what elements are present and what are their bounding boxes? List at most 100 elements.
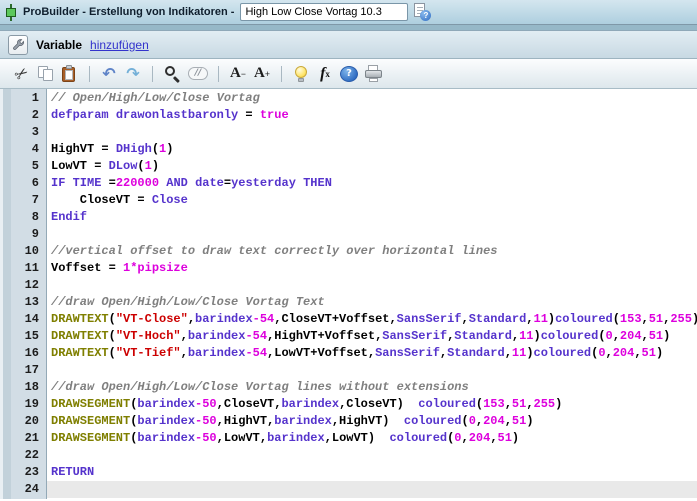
code-line[interactable]: 21 DRAWSEGMENT(barindex-50,LowVT,barindex… <box>0 430 697 447</box>
code-token-num: 0 <box>598 346 606 360</box>
code-token-pl: ) <box>526 346 534 360</box>
line-number: 22 <box>24 448 39 462</box>
code-token-str: "VT-Hoch" <box>115 329 181 343</box>
code-token-pl: , <box>504 397 512 411</box>
code-token-pl: Voffset = <box>51 261 124 275</box>
font-decrease-icon[interactable]: A − <box>229 63 247 85</box>
code-line[interactable]: 24 <box>0 481 697 498</box>
code-token-kw: drawonlastbaronly <box>115 108 239 122</box>
code-line[interactable]: 5 LowVT = DLow(1) <box>0 158 697 175</box>
code-token-num: 0 <box>605 329 613 343</box>
search-icon[interactable] <box>163 64 182 84</box>
code-line[interactable]: 15 DRAWTEXT("VT-Hoch",barindex-54,HighVT+… <box>0 328 697 345</box>
code-line[interactable]: 18 //draw Open/High/Low/Close Vortag line… <box>0 379 697 396</box>
code-token-pl: ( <box>461 414 469 428</box>
line-number: 21 <box>24 431 39 445</box>
code-line[interactable]: 13 //draw Open/High/Low/Close Vortag Text <box>0 294 697 311</box>
indicator-name-input[interactable] <box>240 3 409 21</box>
toolbar-separator <box>89 65 90 82</box>
code-line[interactable]: 23 RETURN <box>0 464 697 481</box>
code-line[interactable]: 1 // Open/High/Low/Close Vortag <box>0 90 697 107</box>
wrench-icon[interactable] <box>8 34 28 55</box>
code-line[interactable]: 3 <box>0 124 697 141</box>
code-token-num: -54 <box>245 329 268 343</box>
code-token-num: 1*pipsize <box>123 261 188 275</box>
line-number: 18 <box>24 380 39 394</box>
window-title: ProBuilder - Erstellung von Indikatoren … <box>23 6 235 18</box>
code-token-kw: coloured <box>540 329 599 343</box>
line-number: 4 <box>31 142 39 156</box>
line-number: 23 <box>24 465 39 479</box>
add-variable-link[interactable]: hinzufügen <box>90 38 149 52</box>
line-number: 1 <box>31 91 39 105</box>
code-token-kw: coloured <box>418 397 476 411</box>
code-token-kw: defparam <box>51 108 109 122</box>
code-line[interactable]: 19 DRAWSEGMENT(barindex-50,CloseVT,barind… <box>0 396 697 413</box>
code-token-pl: , <box>439 346 448 360</box>
code-token-kw: SansSerif <box>382 329 448 343</box>
code-token-num: 51 <box>511 414 527 428</box>
code-editor[interactable]: 1 // Open/High/Low/Close Vortag 2 defparam … <box>0 89 697 499</box>
help-icon[interactable]: ? <box>340 65 358 82</box>
code-token-pl: = <box>238 108 260 122</box>
code-token-kw: SansSerif <box>375 346 440 360</box>
paste-icon[interactable] <box>61 64 79 83</box>
code-token-kw: Endif <box>51 210 88 224</box>
code-token-num: 11 <box>533 312 548 326</box>
code-token-num: -54 <box>245 346 268 360</box>
font-increase-icon[interactable]: A + <box>253 63 271 85</box>
line-number: 5 <box>31 159 39 173</box>
code-line[interactable]: 4 HighVT = DHigh(1) <box>0 141 697 158</box>
code-token-pl: ) <box>151 159 160 173</box>
candlestick-icon <box>5 3 17 21</box>
code-line[interactable]: 7 CloseVT = Close <box>0 192 697 209</box>
code-line[interactable]: 10 //vertical offset to draw text correct… <box>0 243 697 260</box>
code-token-pl: ) <box>533 329 541 343</box>
code-line[interactable]: 20 DRAWSEGMENT(barindex-50,HighVT,barinde… <box>0 413 697 430</box>
code-token-kw: date <box>195 176 224 190</box>
code-token-num: 204 <box>612 346 635 360</box>
comment-icon[interactable]: // <box>188 63 208 85</box>
code-token-num: 204 <box>468 431 491 445</box>
code-text: DRAWTEXT("VT-Tief",barindex-54,LowVT+Vof… <box>47 345 697 362</box>
code-token-num: 255 <box>670 312 692 326</box>
code-line[interactable]: 11 Voffset = 1*pipsize <box>0 260 697 277</box>
code-token-pl: ( <box>137 159 145 173</box>
cut-icon[interactable]: ✂ <box>11 61 33 84</box>
code-token-num: 204 <box>483 414 505 428</box>
hint-bulb-icon[interactable] <box>292 65 310 83</box>
line-number: 6 <box>31 176 39 190</box>
code-line[interactable]: 22 <box>0 447 697 464</box>
code-line[interactable]: 12 <box>0 277 697 294</box>
redo-icon[interactable]: ↷ <box>124 63 142 85</box>
help-document-icon[interactable]: ? <box>414 3 432 21</box>
code-line[interactable]: 16 DRAWTEXT("VT-Tief",barindex-54,LowVT+V… <box>0 345 697 362</box>
copy-icon[interactable] <box>37 65 55 82</box>
code-token-pl: , <box>511 329 520 343</box>
code-token-num: 51 <box>511 397 527 411</box>
code-token-pl: ,LowVT, <box>216 431 268 445</box>
undo-icon[interactable]: ↶ <box>100 63 118 85</box>
print-icon[interactable] <box>364 65 383 82</box>
code-line[interactable]: 2 defparam drawonlastbaronly = true <box>0 107 697 124</box>
code-line[interactable]: 9 <box>0 226 697 243</box>
code-line[interactable]: 17 <box>0 362 697 379</box>
insert-function-icon[interactable]: fx <box>316 63 334 85</box>
code-token-num: 1 <box>144 159 152 173</box>
code-token-pl: ,CloseVT) <box>339 397 419 411</box>
code-line[interactable]: 6 IF TIME =220000 AND date=yesterday THEN <box>0 175 697 192</box>
code-line[interactable]: 14 DRAWTEXT("VT-Close",barindex-54,CloseV… <box>0 311 697 328</box>
code-token-pl: ) <box>166 142 174 156</box>
line-number: 2 <box>31 108 39 122</box>
code-text: HighVT = DHigh(1) <box>47 141 697 158</box>
code-line[interactable]: 8 Endif <box>0 209 697 226</box>
code-text: IF TIME =220000 AND date=yesterday THEN <box>47 175 697 192</box>
code-token-kw: Standard <box>468 312 527 326</box>
code-token-num: true <box>259 108 289 122</box>
code-token-num: 153 <box>483 397 505 411</box>
code-text: DRAWSEGMENT(barindex-50,CloseVT,barindex… <box>47 396 697 413</box>
